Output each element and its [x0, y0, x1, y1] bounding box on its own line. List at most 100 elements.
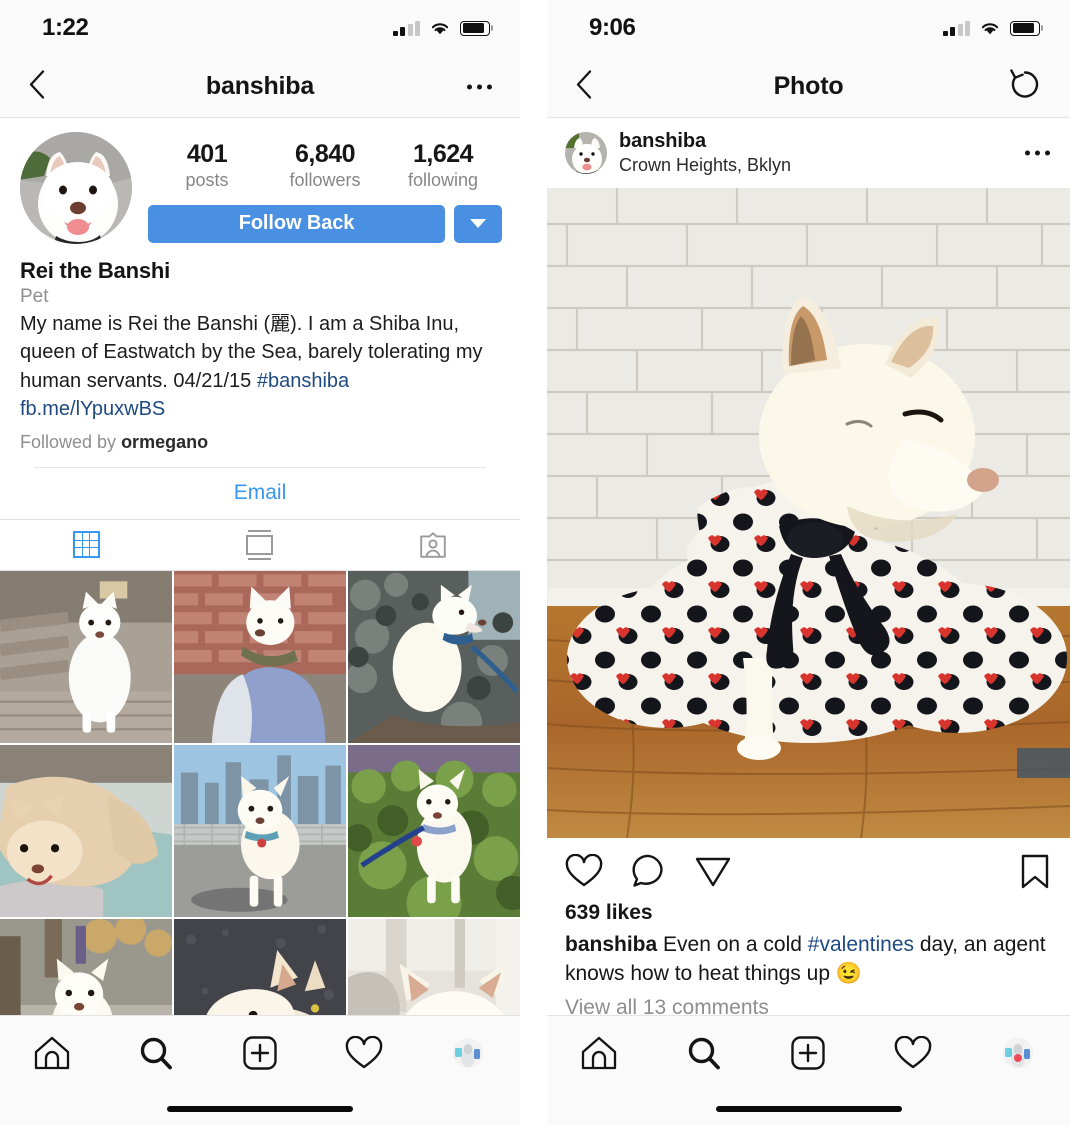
- right-bottom-tab-bar: [547, 1015, 1070, 1125]
- tagged-tab[interactable]: [347, 531, 520, 559]
- search-tab[interactable]: [104, 1035, 208, 1071]
- home-indicator: [167, 1106, 353, 1112]
- profile-avatar-icon: [1002, 1038, 1033, 1068]
- grid-icon: [73, 531, 101, 559]
- battery-icon: [1010, 20, 1040, 36]
- profile-tab[interactable]: [416, 1038, 520, 1068]
- left-bottom-tab-bar: [0, 1015, 520, 1125]
- profile-actions: Follow Back: [148, 195, 502, 243]
- more-options-icon[interactable]: [1025, 150, 1050, 156]
- profile-tab[interactable]: [965, 1038, 1070, 1068]
- comment-bubble-icon: [632, 854, 663, 887]
- follow-options-button[interactable]: [454, 204, 502, 243]
- grid-post-3[interactable]: [348, 570, 520, 743]
- following-count: 1,624: [412, 140, 474, 168]
- left-phone-profile-screen: 1:22 banshiba 401 posts 6,840 followers …: [0, 0, 520, 1125]
- grid-tab[interactable]: [0, 531, 173, 559]
- right-phone-post-screen: 9:06 Photo banshiba Crown Heights, Bklyn…: [547, 0, 1070, 1125]
- page-title: banshiba: [205, 72, 315, 100]
- stat-posts[interactable]: 401 posts: [148, 140, 266, 191]
- screenshot-stage: 1:22 banshiba 401 posts 6,840 followers …: [0, 0, 1070, 1125]
- stat-followers[interactable]: 6,840 followers: [266, 140, 384, 191]
- search-tab[interactable]: [652, 1035, 757, 1071]
- like-button[interactable]: [565, 853, 603, 893]
- followers-count: 6,840: [294, 140, 356, 168]
- email-button[interactable]: Email: [0, 467, 520, 519]
- posts-label: posts: [185, 169, 229, 190]
- grid-post-5[interactable]: [174, 744, 346, 917]
- activity-tab[interactable]: [861, 1036, 966, 1070]
- save-button[interactable]: [1020, 854, 1050, 895]
- caption-hashtag-link[interactable]: #valentines: [808, 933, 914, 956]
- bio-hashtag-link[interactable]: #banshiba: [257, 370, 349, 392]
- signal-bars-icon: [942, 20, 970, 36]
- profile-avatar-icon: [453, 1038, 483, 1068]
- followed-by-prefix: Followed by: [20, 431, 122, 452]
- stat-following[interactable]: 1,624 following: [384, 140, 502, 191]
- caption-pre-text: Even on a cold: [657, 933, 808, 956]
- list-view-icon: [246, 529, 274, 560]
- status-indicators: [942, 20, 1040, 36]
- new-post-tab[interactable]: [208, 1035, 312, 1071]
- followers-label: followers: [289, 169, 361, 190]
- wifi-icon: [431, 23, 449, 35]
- right-status-bar: 9:06: [547, 0, 1070, 56]
- home-tab[interactable]: [547, 1035, 652, 1071]
- left-status-bar: 1:22: [0, 0, 520, 56]
- profile-header: 401 posts 6,840 followers 1,624 followin…: [0, 118, 520, 244]
- grid-post-4[interactable]: [0, 744, 172, 917]
- post-location[interactable]: Crown Heights, Bklyn: [619, 155, 791, 176]
- home-tab[interactable]: [0, 1035, 104, 1071]
- followed-by-username[interactable]: ormegano: [121, 432, 208, 452]
- likes-count[interactable]: 639 likes: [547, 899, 1070, 925]
- status-time: 1:22: [42, 14, 89, 41]
- bio-text: My name is Rei the Banshi (麗). I am a Sh…: [20, 310, 500, 395]
- caption-username[interactable]: banshiba: [565, 933, 657, 956]
- post-author-meta: banshiba Crown Heights, Bklyn: [619, 130, 791, 176]
- bio-website-link[interactable]: fb.me/lYpuxwBS: [20, 395, 500, 423]
- share-button[interactable]: [695, 854, 731, 893]
- home-indicator: [715, 1106, 902, 1112]
- home-icon: [582, 1036, 617, 1070]
- profile-stats: 401 posts 6,840 followers 1,624 followin…: [148, 132, 502, 195]
- plus-square-icon: [791, 1036, 826, 1070]
- more-options-icon[interactable]: [459, 78, 500, 95]
- profile-photo-grid: [0, 570, 520, 1091]
- back-chevron-icon[interactable]: [565, 63, 602, 110]
- search-icon: [688, 1037, 720, 1070]
- display-name: Rei the Banshi: [20, 258, 171, 283]
- status-time: 9:06: [589, 14, 636, 41]
- page-title: Photo: [773, 72, 844, 100]
- grid-post-1[interactable]: [0, 570, 172, 743]
- bio-line-3: human servants. 04/21/15: [20, 369, 257, 392]
- heart-icon: [345, 1036, 383, 1069]
- profile-tab-bar: [0, 518, 520, 571]
- post-header: banshiba Crown Heights, Bklyn: [547, 118, 1070, 188]
- refresh-icon[interactable]: [1000, 61, 1050, 112]
- home-icon: [34, 1036, 70, 1070]
- heart-icon: [565, 853, 603, 887]
- activity-tab[interactable]: [312, 1036, 416, 1070]
- battery-icon: [460, 20, 490, 36]
- comment-button[interactable]: [631, 854, 667, 893]
- post-photo[interactable]: [547, 188, 1070, 838]
- grid-post-2[interactable]: [174, 570, 346, 743]
- right-nav-bar: Photo: [547, 56, 1070, 118]
- wifi-icon: [981, 23, 999, 35]
- profile-category: Pet: [20, 286, 49, 307]
- list-tab[interactable]: [173, 529, 346, 560]
- left-nav-bar: banshiba: [0, 56, 520, 118]
- search-icon: [140, 1037, 172, 1070]
- post-author-avatar[interactable]: [565, 132, 607, 174]
- bio-line-2: queen of Eastwatch by the Sea, barely to…: [20, 341, 483, 364]
- profile-avatar[interactable]: [20, 132, 132, 244]
- notification-dot: [1013, 1054, 1022, 1062]
- followed-by-text: Followed by ormegano: [20, 432, 500, 453]
- profile-stats-and-actions: 401 posts 6,840 followers 1,624 followin…: [132, 132, 502, 244]
- back-chevron-icon[interactable]: [18, 63, 55, 110]
- follow-back-button[interactable]: Follow Back: [148, 204, 445, 243]
- new-post-tab[interactable]: [756, 1035, 861, 1071]
- post-username[interactable]: banshiba: [619, 130, 791, 153]
- grid-post-6[interactable]: [348, 744, 520, 917]
- status-indicators: [392, 20, 490, 36]
